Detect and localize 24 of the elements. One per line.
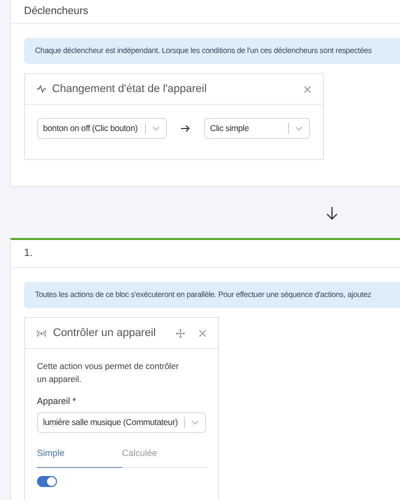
select-field[interactable]: bonton on off (Clic bouton) xyxy=(37,118,167,139)
description-text: Cette action vous permet de contrôler un appareil. xyxy=(37,360,180,386)
card-title: Contrôler un appareil xyxy=(53,326,157,341)
chevron-down-icon xyxy=(152,126,160,131)
chevron-down-icon xyxy=(295,126,303,131)
close-icon[interactable] xyxy=(199,330,206,336)
select-field[interactable]: Clic simple xyxy=(204,118,310,139)
select-value: Clic simple xyxy=(210,122,250,135)
activity-icon xyxy=(37,85,46,93)
signal-icon xyxy=(37,330,46,336)
arrow-right-icon xyxy=(180,124,191,133)
toggle-switch[interactable] xyxy=(37,476,57,487)
chevron-down-icon xyxy=(191,420,199,424)
panel-title: Déclencheurs xyxy=(24,4,88,19)
move-icon[interactable] xyxy=(176,328,185,338)
field-label: Appareil * xyxy=(37,395,78,408)
tab[interactable]: Simple xyxy=(37,446,122,468)
card-title: Changement d'état de l'appareil xyxy=(52,82,208,97)
select-value: lumière salle musique (Commutateur) xyxy=(43,416,178,428)
block-number: 1. xyxy=(24,246,33,261)
select-value: bonton on off (Clic bouton) xyxy=(43,122,139,135)
select-field[interactable]: lumière salle musique (Commutateur) xyxy=(37,412,206,432)
arrow-down-icon xyxy=(326,206,338,220)
close-icon[interactable] xyxy=(304,86,311,92)
